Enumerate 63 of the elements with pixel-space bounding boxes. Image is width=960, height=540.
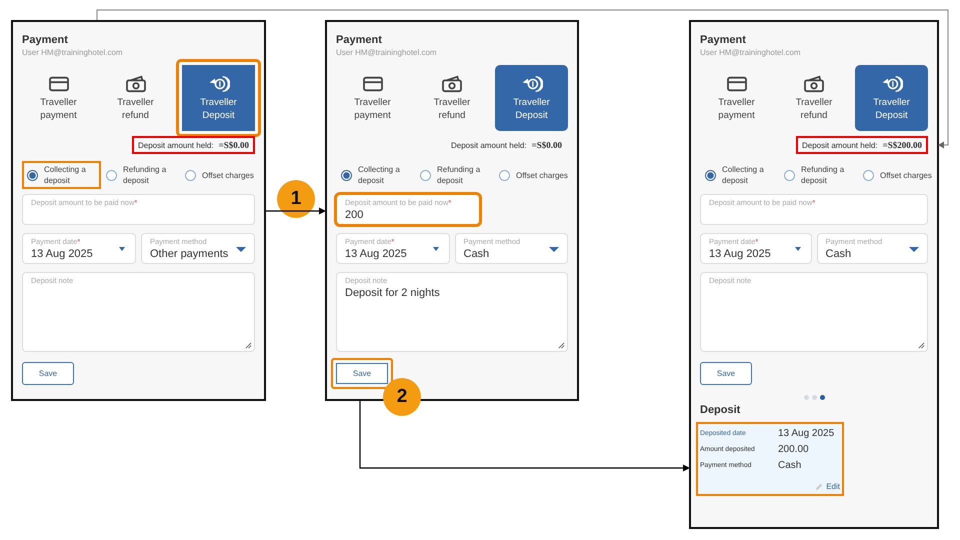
radio-circle[interactable] <box>27 170 38 180</box>
detail-value: Cash <box>778 460 802 471</box>
card-icon <box>48 74 70 92</box>
radio-circle[interactable] <box>341 170 352 180</box>
step-badge: 1 <box>277 180 315 218</box>
card-icon <box>726 74 748 92</box>
save-button[interactable]: Save <box>700 362 752 385</box>
radio-circle[interactable] <box>784 170 795 180</box>
radio-option[interactable]: Refunding a deposit <box>779 161 858 189</box>
radio-option[interactable]: Offset charges <box>494 161 573 189</box>
wallet-icon <box>441 74 463 92</box>
payment-type-tab[interactable]: Traveller refund <box>99 65 172 131</box>
carousel-dot[interactable] <box>812 395 816 400</box>
user-email: User HM@traininghotel.com <box>700 48 802 57</box>
wallet-icon <box>803 74 825 92</box>
resize-grip-icon[interactable] <box>918 342 925 349</box>
radio-circle[interactable] <box>863 170 874 180</box>
resize-grip-icon[interactable] <box>245 342 252 349</box>
save-button[interactable]: Save <box>331 358 393 389</box>
user-email: User HM@traininghotel.com <box>336 48 438 57</box>
detail-value: 13 Aug 2025 <box>778 428 834 439</box>
pencil-icon <box>815 482 824 490</box>
radio-circle[interactable] <box>705 170 716 180</box>
connector-arrow <box>266 208 326 214</box>
radio-option[interactable]: Refunding a deposit <box>415 161 494 189</box>
panel-title: Payment <box>336 34 383 46</box>
resize-grip-icon[interactable] <box>558 342 565 349</box>
radio-option[interactable]: Offset charges <box>858 161 937 189</box>
user-email: User HM@traininghotel.com <box>22 48 124 57</box>
coin-arrow-icon <box>208 74 230 92</box>
deposit-amount-held: Deposit amount held: =S$200.00 <box>796 136 928 154</box>
carousel-dot[interactable] <box>804 395 808 400</box>
payment-type-tab[interactable]: Traveller payment <box>22 65 95 131</box>
radio-circle[interactable] <box>106 170 117 180</box>
radio-circle[interactable] <box>185 170 196 180</box>
radio-option[interactable]: Offset charges <box>180 161 259 189</box>
radio-option[interactable]: Refunding a deposit <box>101 161 180 189</box>
carousel-dot[interactable] <box>820 395 824 400</box>
deposit-amount-held: Deposit amount held: =S$0.00 <box>450 139 563 152</box>
radio-circle[interactable] <box>420 170 431 180</box>
radio-circle[interactable] <box>499 170 510 180</box>
payment-type-tab[interactable]: Traveller refund <box>416 65 488 131</box>
detail-value: 200.00 <box>778 444 809 455</box>
section-title: Deposit <box>700 404 742 416</box>
payment-type-tab[interactable]: Traveller Deposit <box>495 65 568 131</box>
payment-type-tab[interactable]: Traveller Deposit <box>855 65 928 131</box>
coin-arrow-icon <box>880 74 902 92</box>
panel-title: Payment <box>700 34 747 46</box>
payment-type-tab[interactable]: Traveller Deposit <box>176 59 261 137</box>
payment-type-tab[interactable]: Traveller payment <box>336 65 409 131</box>
panel-title: Payment <box>22 34 69 46</box>
coin-arrow-icon <box>520 74 542 92</box>
step-badge: 2 <box>383 378 421 416</box>
payment-type-tab[interactable]: Traveller payment <box>700 65 773 131</box>
radio-option[interactable]: Collecting a deposit <box>700 161 779 189</box>
radio-option[interactable]: Collecting a deposit <box>22 161 101 189</box>
save-button[interactable]: Save <box>22 362 74 385</box>
deposit-amount-held: Deposit amount held: =S$0.00 <box>132 136 255 154</box>
edit-link[interactable]: Edit <box>826 482 840 491</box>
payment-type-tab[interactable]: Traveller refund <box>778 65 850 131</box>
wallet-icon <box>124 74 146 92</box>
card-icon <box>362 74 384 92</box>
radio-option[interactable]: Collecting a deposit <box>336 161 415 189</box>
